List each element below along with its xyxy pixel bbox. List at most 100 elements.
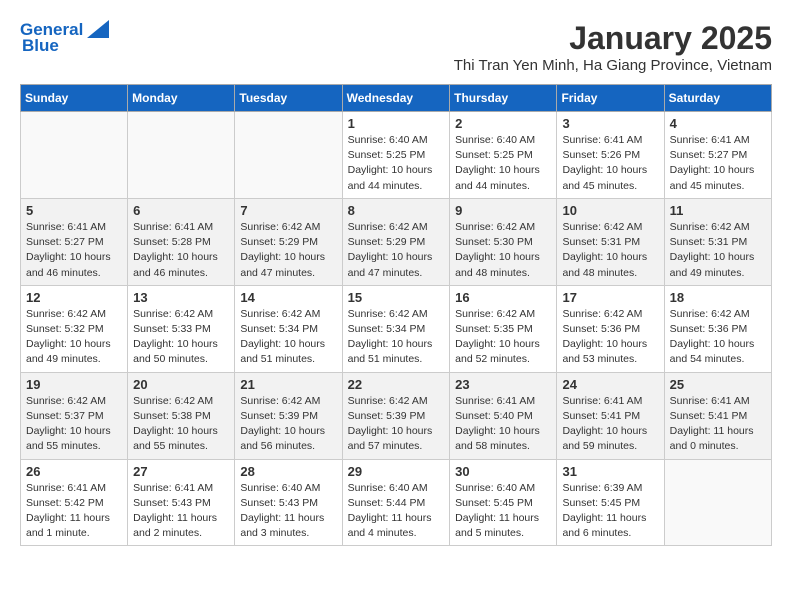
calendar-day-cell: 10 Sunrise: 6:42 AMSunset: 5:31 PMDayligh… xyxy=(557,198,664,285)
calendar-day-cell: 16 Sunrise: 6:42 AMSunset: 5:35 PMDayligh… xyxy=(450,285,557,372)
day-info: Sunrise: 6:42 AMSunset: 5:31 PMDaylight:… xyxy=(670,220,766,281)
calendar-day-cell: 9Sunrise: 6:42 AMSunset: 5:30 PMDaylight… xyxy=(450,198,557,285)
calendar-day-cell: 27 Sunrise: 6:41 AMSunset: 5:43 PMDayligh… xyxy=(128,459,235,546)
day-info: Sunrise: 6:41 AMSunset: 5:27 PMDaylight:… xyxy=(670,133,766,194)
title-section: January 2025 Thi Tran Yen Minh, Ha Giang… xyxy=(454,20,772,74)
calendar-day-header: Friday xyxy=(557,85,664,112)
day-number: 27 xyxy=(133,464,229,479)
day-number: 23 xyxy=(455,377,551,392)
calendar-day-cell: 31 Sunrise: 6:39 AMSunset: 5:45 PMDayligh… xyxy=(557,459,664,546)
calendar-day-cell: 30 Sunrise: 6:40 AMSunset: 5:45 PMDayligh… xyxy=(450,459,557,546)
day-number: 10 xyxy=(562,203,658,218)
day-info: Sunrise: 6:40 AMSunset: 5:43 PMDaylight:… xyxy=(240,481,336,542)
day-number: 18 xyxy=(670,290,766,305)
day-number: 5 xyxy=(26,203,122,218)
calendar-day-cell: 11 Sunrise: 6:42 AMSunset: 5:31 PMDayligh… xyxy=(664,198,771,285)
calendar-day-cell: 21Sunrise: 6:42 AMSunset: 5:39 PMDayligh… xyxy=(235,372,342,459)
day-number: 8 xyxy=(348,203,445,218)
calendar-day-cell: 28 Sunrise: 6:40 AMSunset: 5:43 PMDayligh… xyxy=(235,459,342,546)
day-info: Sunrise: 6:40 AMSunset: 5:44 PMDaylight:… xyxy=(348,481,445,542)
day-info: Sunrise: 6:42 AMSunset: 5:31 PMDaylight:… xyxy=(562,220,658,281)
calendar-day-cell xyxy=(128,112,235,199)
day-number: 16 xyxy=(455,290,551,305)
calendar-day-cell: 22Sunrise: 6:42 AMSunset: 5:39 PMDayligh… xyxy=(342,372,450,459)
day-info: Sunrise: 6:42 AMSunset: 5:39 PMDaylight:… xyxy=(240,394,336,455)
day-info: Sunrise: 6:42 AMSunset: 5:36 PMDaylight:… xyxy=(562,307,658,368)
day-info: Sunrise: 6:42 AMSunset: 5:33 PMDaylight:… xyxy=(133,307,229,368)
calendar-table: SundayMondayTuesdayWednesdayThursdayFrid… xyxy=(20,84,772,546)
calendar-day-cell xyxy=(664,459,771,546)
calendar-week-row: 12 Sunrise: 6:42 AMSunset: 5:32 PMDayligh… xyxy=(21,285,772,372)
day-number: 24 xyxy=(562,377,658,392)
calendar-day-header: Monday xyxy=(128,85,235,112)
day-number: 13 xyxy=(133,290,229,305)
day-info: Sunrise: 6:39 AMSunset: 5:45 PMDaylight:… xyxy=(562,481,658,542)
day-info: Sunrise: 6:42 AMSunset: 5:35 PMDaylight:… xyxy=(455,307,551,368)
calendar-day-cell: 1Sunrise: 6:40 AMSunset: 5:25 PMDaylight… xyxy=(342,112,450,199)
calendar-day-cell: 3Sunrise: 6:41 AMSunset: 5:26 PMDaylight… xyxy=(557,112,664,199)
day-info: Sunrise: 6:42 AMSunset: 5:38 PMDaylight:… xyxy=(133,394,229,455)
calendar-day-cell: 17 Sunrise: 6:42 AMSunset: 5:36 PMDayligh… xyxy=(557,285,664,372)
day-info: Sunrise: 6:42 AMSunset: 5:39 PMDaylight:… xyxy=(348,394,445,455)
day-info: Sunrise: 6:41 AMSunset: 5:28 PMDaylight:… xyxy=(133,220,229,281)
calendar-day-cell xyxy=(235,112,342,199)
calendar-week-row: 26Sunrise: 6:41 AMSunset: 5:42 PMDayligh… xyxy=(21,459,772,546)
location: Thi Tran Yen Minh, Ha Giang Province, Vi… xyxy=(454,57,772,74)
day-info: Sunrise: 6:42 AMSunset: 5:32 PMDaylight:… xyxy=(26,307,122,368)
day-info: Sunrise: 6:42 AMSunset: 5:34 PMDaylight:… xyxy=(348,307,445,368)
logo-icon xyxy=(87,20,109,38)
day-number: 17 xyxy=(562,290,658,305)
day-number: 31 xyxy=(562,464,658,479)
calendar-day-cell: 2 Sunrise: 6:40 AMSunset: 5:25 PMDaylight… xyxy=(450,112,557,199)
day-number: 28 xyxy=(240,464,336,479)
page-header: General Blue January 2025 Thi Tran Yen M… xyxy=(20,20,772,74)
day-info: Sunrise: 6:41 AMSunset: 5:26 PMDaylight:… xyxy=(562,133,658,194)
day-number: 11 xyxy=(670,203,766,218)
calendar-day-cell: 4Sunrise: 6:41 AMSunset: 5:27 PMDaylight… xyxy=(664,112,771,199)
day-info: Sunrise: 6:41 AMSunset: 5:40 PMDaylight:… xyxy=(455,394,551,455)
logo-text: General xyxy=(20,21,83,38)
calendar-day-header: Thursday xyxy=(450,85,557,112)
day-info: Sunrise: 6:42 AMSunset: 5:34 PMDaylight:… xyxy=(240,307,336,368)
day-number: 2 xyxy=(455,116,551,131)
calendar-day-header: Saturday xyxy=(664,85,771,112)
day-info: Sunrise: 6:41 AMSunset: 5:42 PMDaylight:… xyxy=(26,481,122,542)
day-number: 19 xyxy=(26,377,122,392)
calendar-day-cell: 25 Sunrise: 6:41 AMSunset: 5:41 PMDayligh… xyxy=(664,372,771,459)
day-info: Sunrise: 6:42 AMSunset: 5:29 PMDaylight:… xyxy=(240,220,336,281)
calendar-day-cell: 6Sunrise: 6:41 AMSunset: 5:28 PMDaylight… xyxy=(128,198,235,285)
day-info: Sunrise: 6:42 AMSunset: 5:36 PMDaylight:… xyxy=(670,307,766,368)
calendar-day-cell: 18 Sunrise: 6:42 AMSunset: 5:36 PMDayligh… xyxy=(664,285,771,372)
day-info: Sunrise: 6:41 AMSunset: 5:41 PMDaylight:… xyxy=(670,394,766,455)
calendar-day-cell: 19Sunrise: 6:42 AMSunset: 5:37 PMDayligh… xyxy=(21,372,128,459)
day-number: 29 xyxy=(348,464,445,479)
day-info: Sunrise: 6:42 AMSunset: 5:29 PMDaylight:… xyxy=(348,220,445,281)
day-info: Sunrise: 6:41 AMSunset: 5:43 PMDaylight:… xyxy=(133,481,229,542)
calendar-week-row: 5 Sunrise: 6:41 AMSunset: 5:27 PMDaylight… xyxy=(21,198,772,285)
day-info: Sunrise: 6:40 AMSunset: 5:45 PMDaylight:… xyxy=(455,481,551,542)
calendar-day-header: Wednesday xyxy=(342,85,450,112)
day-number: 30 xyxy=(455,464,551,479)
calendar-day-cell: 23 Sunrise: 6:41 AMSunset: 5:40 PMDayligh… xyxy=(450,372,557,459)
day-number: 12 xyxy=(26,290,122,305)
calendar-day-cell: 14 Sunrise: 6:42 AMSunset: 5:34 PMDayligh… xyxy=(235,285,342,372)
day-info: Sunrise: 6:41 AMSunset: 5:41 PMDaylight:… xyxy=(562,394,658,455)
day-number: 25 xyxy=(670,377,766,392)
day-info: Sunrise: 6:40 AMSunset: 5:25 PMDaylight:… xyxy=(348,133,445,194)
calendar-day-cell: 8 Sunrise: 6:42 AMSunset: 5:29 PMDaylight… xyxy=(342,198,450,285)
calendar-day-header: Tuesday xyxy=(235,85,342,112)
calendar-day-cell: 26Sunrise: 6:41 AMSunset: 5:42 PMDayligh… xyxy=(21,459,128,546)
calendar-day-cell xyxy=(21,112,128,199)
day-number: 7 xyxy=(240,203,336,218)
day-number: 14 xyxy=(240,290,336,305)
day-number: 9 xyxy=(455,203,551,218)
calendar-day-cell: 7 Sunrise: 6:42 AMSunset: 5:29 PMDaylight… xyxy=(235,198,342,285)
calendar-day-cell: 29 Sunrise: 6:40 AMSunset: 5:44 PMDayligh… xyxy=(342,459,450,546)
calendar-day-cell: 24 Sunrise: 6:41 AMSunset: 5:41 PMDayligh… xyxy=(557,372,664,459)
calendar-week-row: 1Sunrise: 6:40 AMSunset: 5:25 PMDaylight… xyxy=(21,112,772,199)
calendar-day-cell: 15Sunrise: 6:42 AMSunset: 5:34 PMDayligh… xyxy=(342,285,450,372)
day-info: Sunrise: 6:41 AMSunset: 5:27 PMDaylight:… xyxy=(26,220,122,281)
day-info: Sunrise: 6:40 AMSunset: 5:25 PMDaylight:… xyxy=(455,133,551,194)
calendar-header-row: SundayMondayTuesdayWednesdayThursdayFrid… xyxy=(21,85,772,112)
calendar-day-cell: 20Sunrise: 6:42 AMSunset: 5:38 PMDayligh… xyxy=(128,372,235,459)
